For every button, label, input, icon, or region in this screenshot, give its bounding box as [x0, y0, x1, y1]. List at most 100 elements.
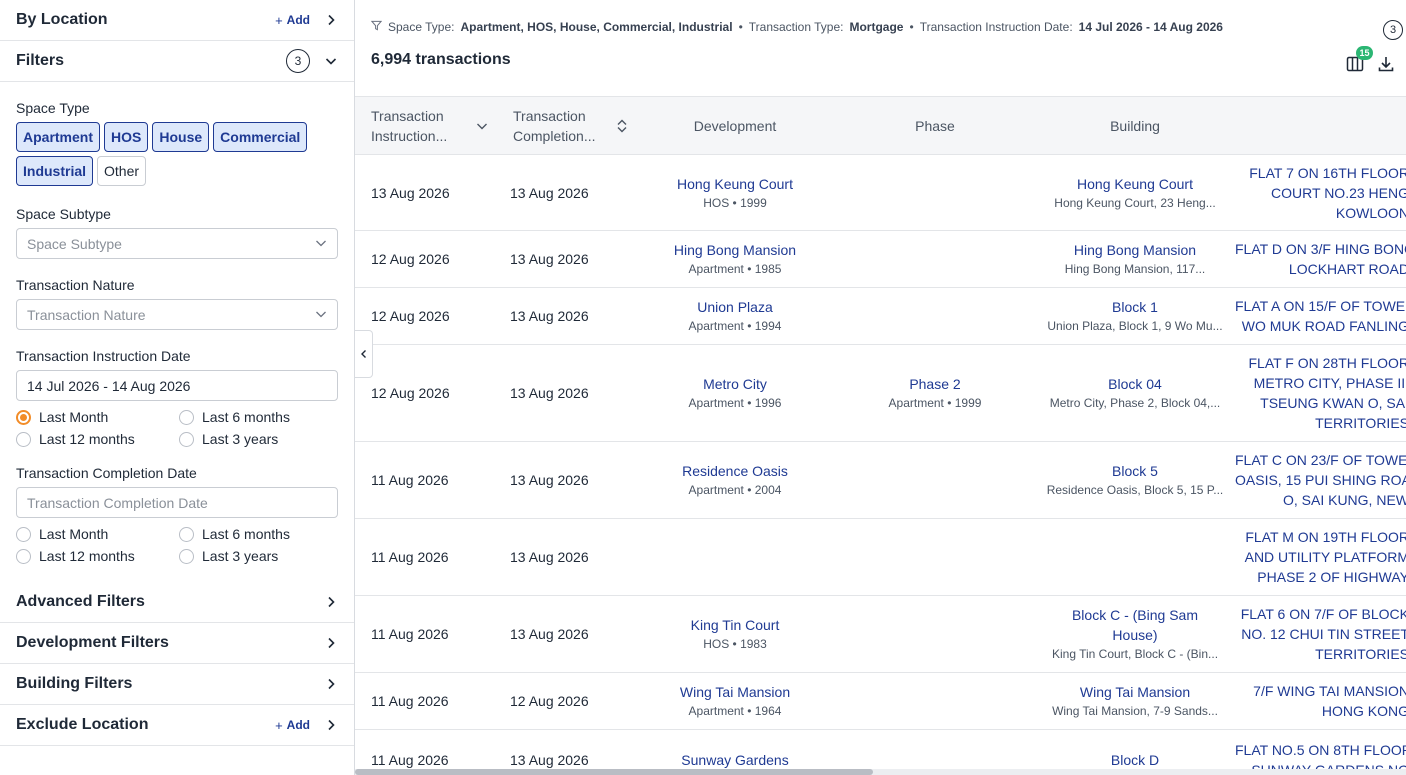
- building-filters-row[interactable]: Building Filters: [0, 664, 354, 705]
- header-completion-date[interactable]: Transaction Completion...: [498, 97, 635, 155]
- filters-section-header[interactable]: Filters 3: [0, 41, 354, 82]
- development-link[interactable]: Sunway Gardens: [635, 750, 835, 770]
- cell-details[interactable]: 7/F WING TAI MANSION HONG KONG: [1235, 672, 1406, 730]
- cell-development: Hing Bong Mansion Apartment • 1985: [635, 230, 835, 288]
- space-subtype-select[interactable]: Space Subtype: [16, 228, 338, 259]
- building-link[interactable]: Block 1: [1043, 297, 1227, 317]
- transaction-nature-placeholder: Transaction Nature: [27, 306, 146, 323]
- cell-phase: [835, 287, 1035, 345]
- chevron-right-icon[interactable]: [324, 718, 338, 732]
- building-link[interactable]: Wing Tai Mansion: [1043, 682, 1227, 702]
- development-link[interactable]: Hing Bong Mansion: [635, 240, 835, 260]
- table-row[interactable]: 12 Aug 2026 13 Aug 2026 Hing Bong Mansion A…: [355, 230, 1406, 288]
- table-row[interactable]: 13 Aug 2026 13 Aug 2026 Hong Keung Court HO…: [355, 154, 1406, 231]
- cell-phase: [835, 441, 1035, 519]
- details-text[interactable]: FLAT F ON 28TH FLOOR METRO CITY, PHASE II…: [1235, 353, 1406, 433]
- exclude-location-row[interactable]: Exclude Location + Add: [0, 705, 354, 746]
- chevron-down-icon[interactable]: [324, 54, 338, 68]
- collapse-sidebar-button[interactable]: [355, 330, 373, 378]
- by-location-section[interactable]: By Location + Add: [0, 0, 354, 41]
- compl-radio-last-6-months[interactable]: Last 6 months: [179, 526, 339, 542]
- sort-desc-icon[interactable]: [475, 119, 489, 133]
- cell-details[interactable]: FLAT F ON 28TH FLOOR METRO CITY, PHASE II…: [1235, 344, 1406, 442]
- building-link[interactable]: Block D: [1043, 750, 1227, 770]
- header-details[interactable]: Details: [1235, 97, 1406, 155]
- table-row[interactable]: 11 Aug 2026 13 Aug 2026 Residence Oasis Apa…: [355, 441, 1406, 519]
- cell-details[interactable]: FLAT C ON 23/F OF TOWER OASIS, 15 PUI SHI…: [1235, 441, 1406, 519]
- radio-icon: [179, 526, 194, 542]
- development-link[interactable]: Hong Keung Court: [635, 174, 835, 194]
- header-phase[interactable]: Phase: [835, 97, 1035, 155]
- cell-details[interactable]: FLAT M ON 19TH FLOOR AND UTILITY PLATFORM…: [1235, 518, 1406, 596]
- table-row[interactable]: 11 Aug 2026 13 Aug 2026 King Tin Court HOS …: [355, 595, 1406, 673]
- development-link[interactable]: Union Plaza: [635, 297, 835, 317]
- cell-details[interactable]: FLAT D ON 3/F HING BONG LOCKHART ROAD: [1235, 230, 1406, 288]
- chip-other[interactable]: Other: [97, 156, 147, 186]
- filters-body: Space Type Apartment HOS House Commercia…: [0, 100, 354, 564]
- details-text[interactable]: FLAT C ON 23/F OF TOWER OASIS, 15 PUI SHI…: [1235, 450, 1406, 510]
- chip-commercial[interactable]: Commercial: [213, 122, 308, 152]
- header-development[interactable]: Development: [635, 97, 835, 155]
- table-row[interactable]: 11 Aug 2026 12 Aug 2026 Wing Tai Mansion Ap…: [355, 672, 1406, 730]
- compl-radio-last-3-years[interactable]: Last 3 years: [179, 548, 339, 564]
- cell-details[interactable]: FLAT 6 ON 7/F OF BLOCK NO. 12 CHUI TIN ST…: [1235, 595, 1406, 673]
- exclude-location-add-button[interactable]: + Add: [275, 718, 310, 733]
- by-location-title: By Location: [16, 11, 108, 28]
- detail-line: TSEUNG KWAN O, SAI: [1260, 395, 1406, 411]
- header-building[interactable]: Building: [1035, 97, 1235, 155]
- completion-date-input[interactable]: Transaction Completion Date: [16, 487, 338, 518]
- compl-radio-last-12-months[interactable]: Last 12 months: [16, 548, 179, 564]
- summary-count-badge[interactable]: 3: [1383, 20, 1403, 40]
- details-text[interactable]: FLAT 6 ON 7/F OF BLOCK NO. 12 CHUI TIN ST…: [1235, 604, 1406, 664]
- cell-completion-date: 12 Aug 2026: [498, 672, 635, 730]
- cell-instruction-date: 13 Aug 2026: [355, 154, 498, 231]
- cell-building: Block 04 Metro City, Phase 2, Block 04,..…: [1035, 344, 1235, 442]
- advanced-filters-row[interactable]: Advanced Filters: [0, 582, 354, 623]
- instr-radio-last-month[interactable]: Last Month: [16, 409, 179, 425]
- details-text[interactable]: FLAT A ON 15/F OF TOWER WO MUK ROAD FANLI…: [1235, 296, 1406, 336]
- compl-radio-last-month[interactable]: Last Month: [16, 526, 179, 542]
- chip-house[interactable]: House: [152, 122, 210, 152]
- header-instruction-date[interactable]: Transaction Instruction...: [355, 97, 498, 155]
- table-row[interactable]: 11 Aug 2026 13 Aug 2026 FLAT M ON 19TH FLO…: [355, 518, 1406, 596]
- development-meta: Apartment • 2004: [688, 483, 782, 497]
- building-link[interactable]: Hong Keung Court: [1043, 174, 1227, 194]
- download-button[interactable]: [1376, 54, 1396, 74]
- development-link[interactable]: King Tin Court: [635, 615, 835, 635]
- building-address: Metro City, Phase 2, Block 04,...: [1049, 396, 1221, 410]
- radio-icon: [16, 548, 31, 564]
- phase-link[interactable]: Phase 2: [835, 374, 1035, 394]
- building-link[interactable]: Hing Bong Mansion: [1043, 240, 1227, 260]
- details-text[interactable]: 7/F WING TAI MANSION HONG KONG: [1235, 681, 1406, 721]
- table-row[interactable]: 12 Aug 2026 13 Aug 2026 Metro City Apartmen…: [355, 344, 1406, 442]
- building-address: Hong Keung Court, 23 Heng...: [1054, 195, 1216, 210]
- scrollbar-thumb[interactable]: [355, 769, 873, 775]
- instruction-date-input[interactable]: 14 Jul 2026 - 14 Aug 2026: [16, 370, 338, 401]
- table-row[interactable]: 12 Aug 2026 13 Aug 2026 Union Plaza Apartme…: [355, 287, 1406, 345]
- instr-radio-last-3-years[interactable]: Last 3 years: [179, 431, 339, 447]
- development-meta: Apartment • 1996: [688, 396, 782, 410]
- transaction-nature-select[interactable]: Transaction Nature: [16, 299, 338, 330]
- chip-apartment[interactable]: Apartment: [16, 122, 101, 152]
- chip-industrial[interactable]: Industrial: [16, 156, 94, 186]
- development-link[interactable]: Metro City: [635, 374, 835, 394]
- building-link[interactable]: Block 04: [1043, 374, 1227, 394]
- instr-radio-last-12-months[interactable]: Last 12 months: [16, 431, 179, 447]
- development-link[interactable]: Wing Tai Mansion: [635, 682, 835, 702]
- instr-radio-last-6-months[interactable]: Last 6 months: [179, 409, 339, 425]
- development-link[interactable]: Residence Oasis: [635, 461, 835, 481]
- details-text[interactable]: FLAT 7 ON 16TH FLOOR COURT NO.23 HENG KOWL…: [1235, 163, 1406, 223]
- chip-hos[interactable]: HOS: [104, 122, 149, 152]
- horizontal-scrollbar[interactable]: [355, 769, 1406, 775]
- cell-details[interactable]: FLAT A ON 15/F OF TOWER WO MUK ROAD FANLI…: [1235, 287, 1406, 345]
- development-filters-row[interactable]: Development Filters: [0, 623, 354, 664]
- chevron-right-icon[interactable]: [324, 13, 338, 27]
- details-text[interactable]: FLAT D ON 3/F HING BONG LOCKHART ROAD: [1235, 239, 1406, 279]
- building-link[interactable]: Block 5: [1043, 461, 1227, 481]
- development-meta: Apartment • 1964: [688, 704, 782, 718]
- by-location-add-button[interactable]: + Add: [275, 13, 310, 28]
- details-text[interactable]: FLAT M ON 19TH FLOOR AND UTILITY PLATFORM…: [1235, 527, 1406, 587]
- cell-details[interactable]: FLAT 7 ON 16TH FLOOR COURT NO.23 HENG KOWL…: [1235, 154, 1406, 231]
- building-link[interactable]: Block C - (Bing Sam House): [1043, 605, 1227, 645]
- sort-both-icon[interactable]: [615, 119, 629, 133]
